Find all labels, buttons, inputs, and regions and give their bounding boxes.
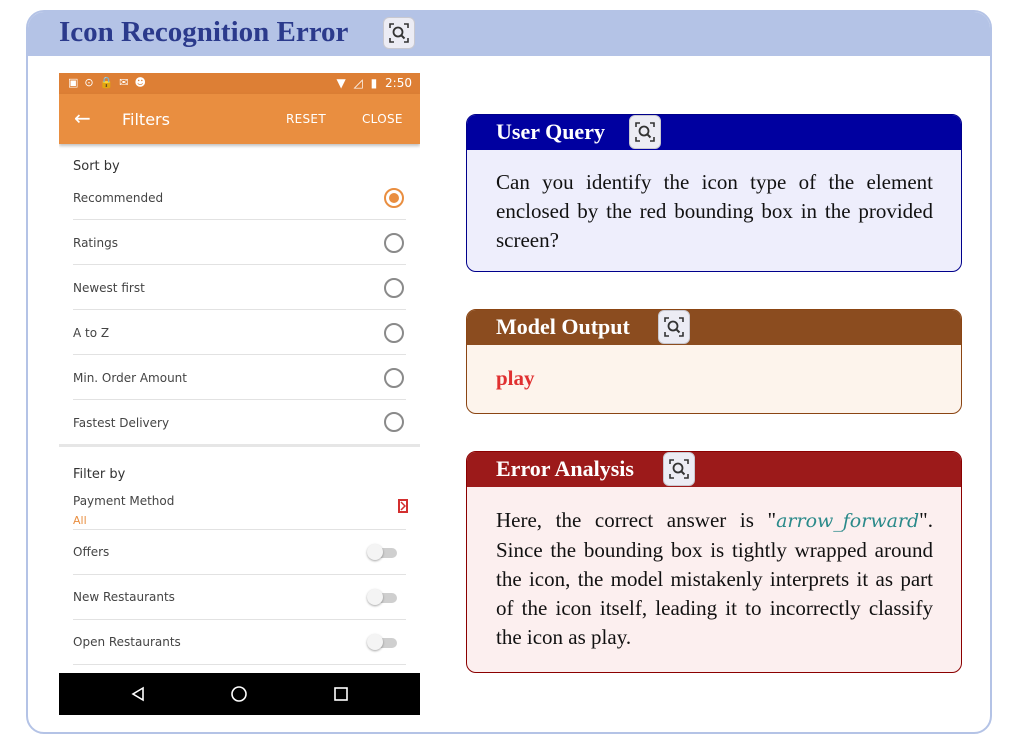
toggle-label: New Restaurants <box>73 590 175 604</box>
sort-header: Sort by <box>73 159 120 174</box>
android-nav-bar <box>59 673 420 715</box>
sort-radio-fastest[interactable] <box>384 412 404 432</box>
error-analysis-title: Error Analysis <box>496 456 634 481</box>
toggle-label: Offers <box>73 545 110 559</box>
status-time: 2:50 <box>385 76 412 90</box>
model-output-header: Model Output <box>467 310 961 345</box>
divider <box>73 219 406 220</box>
divider <box>73 354 406 355</box>
divider <box>73 264 406 265</box>
card-header: Icon Recognition Error <box>28 12 990 56</box>
search-zoom-icon[interactable] <box>658 310 690 344</box>
sort-radio-min-order[interactable] <box>384 368 404 388</box>
sort-option-label[interactable]: Recommended <box>73 191 163 205</box>
model-output-text: play <box>496 366 535 390</box>
wifi-icon: ▼ <box>336 76 346 90</box>
nav-home-icon[interactable] <box>230 685 248 703</box>
divider <box>73 309 406 310</box>
divider <box>73 399 406 400</box>
search-zoom-icon[interactable] <box>663 452 695 486</box>
search-zoom-icon[interactable] <box>629 115 661 149</box>
user-query-text: Can you identify the icon type of the el… <box>496 170 933 252</box>
section-separator <box>59 444 420 447</box>
new-restaurants-toggle[interactable] <box>367 589 397 605</box>
reset-button[interactable]: RESET <box>286 112 326 126</box>
user-query-header: User Query <box>467 115 961 150</box>
phone-screenshot: ▣⊙🔒✉☻ ▼ ◿ ▮ 2:50 ← Filters RESET CLOSE S… <box>59 73 420 715</box>
toggle-label: Open Restaurants <box>73 635 181 649</box>
user-query-title: User Query <box>496 119 605 144</box>
divider <box>73 529 406 530</box>
signal-icon: ◿ <box>353 76 363 90</box>
appbar-title: Filters <box>122 110 170 129</box>
sort-option-label[interactable]: A to Z <box>73 326 109 340</box>
chevron-right-icon[interactable] <box>398 499 408 513</box>
model-output-title: Model Output <box>496 314 630 339</box>
offers-toggle[interactable] <box>367 544 397 560</box>
sort-radio-ratings[interactable] <box>384 233 404 253</box>
sort-option-label[interactable]: Fastest Delivery <box>73 416 169 430</box>
notification-icons: ▣⊙🔒✉☻ <box>68 76 152 89</box>
sort-radio-newest[interactable] <box>384 278 404 298</box>
nav-back-icon[interactable] <box>130 686 146 702</box>
app-bar: ← Filters RESET CLOSE <box>59 94 420 144</box>
status-bar: ▣⊙🔒✉☻ ▼ ◿ ▮ 2:50 <box>59 73 420 94</box>
user-query-panel: User Query Can you identify the icon typ… <box>466 114 962 272</box>
sort-option-label[interactable]: Newest first <box>73 281 145 295</box>
divider <box>73 574 406 575</box>
battery-icon: ▮ <box>370 76 378 90</box>
divider <box>73 664 406 665</box>
back-arrow-icon[interactable]: ← <box>74 106 91 130</box>
sort-option-label[interactable]: Ratings <box>73 236 118 250</box>
model-output-panel: Model Output play <box>466 309 962 414</box>
status-right: ▼ ◿ ▮ 2:50 <box>336 76 412 90</box>
search-zoom-icon[interactable] <box>383 17 415 49</box>
card-title: Icon Recognition Error <box>59 16 349 48</box>
error-analysis-header: Error Analysis <box>467 452 961 487</box>
filter-header: Filter by <box>73 467 126 482</box>
open-restaurants-toggle[interactable] <box>367 634 397 650</box>
error-text-before: Here, the correct answer is " <box>496 508 777 532</box>
payment-method-value: All <box>73 514 87 527</box>
error-analysis-panel: Error Analysis Here, the correct answer … <box>466 451 962 673</box>
error-analysis-text: Here, the correct answer is "arrow_forwa… <box>496 506 933 652</box>
sort-option-label[interactable]: Min. Order Amount <box>73 371 187 385</box>
nav-recents-icon[interactable] <box>333 686 349 702</box>
payment-method-label[interactable]: Payment Method <box>73 494 174 508</box>
sort-radio-recommended[interactable] <box>384 188 404 208</box>
correct-answer: arrow_forward <box>776 510 920 532</box>
sort-radio-atoz[interactable] <box>384 323 404 343</box>
close-button[interactable]: CLOSE <box>362 112 403 126</box>
divider <box>73 619 406 620</box>
